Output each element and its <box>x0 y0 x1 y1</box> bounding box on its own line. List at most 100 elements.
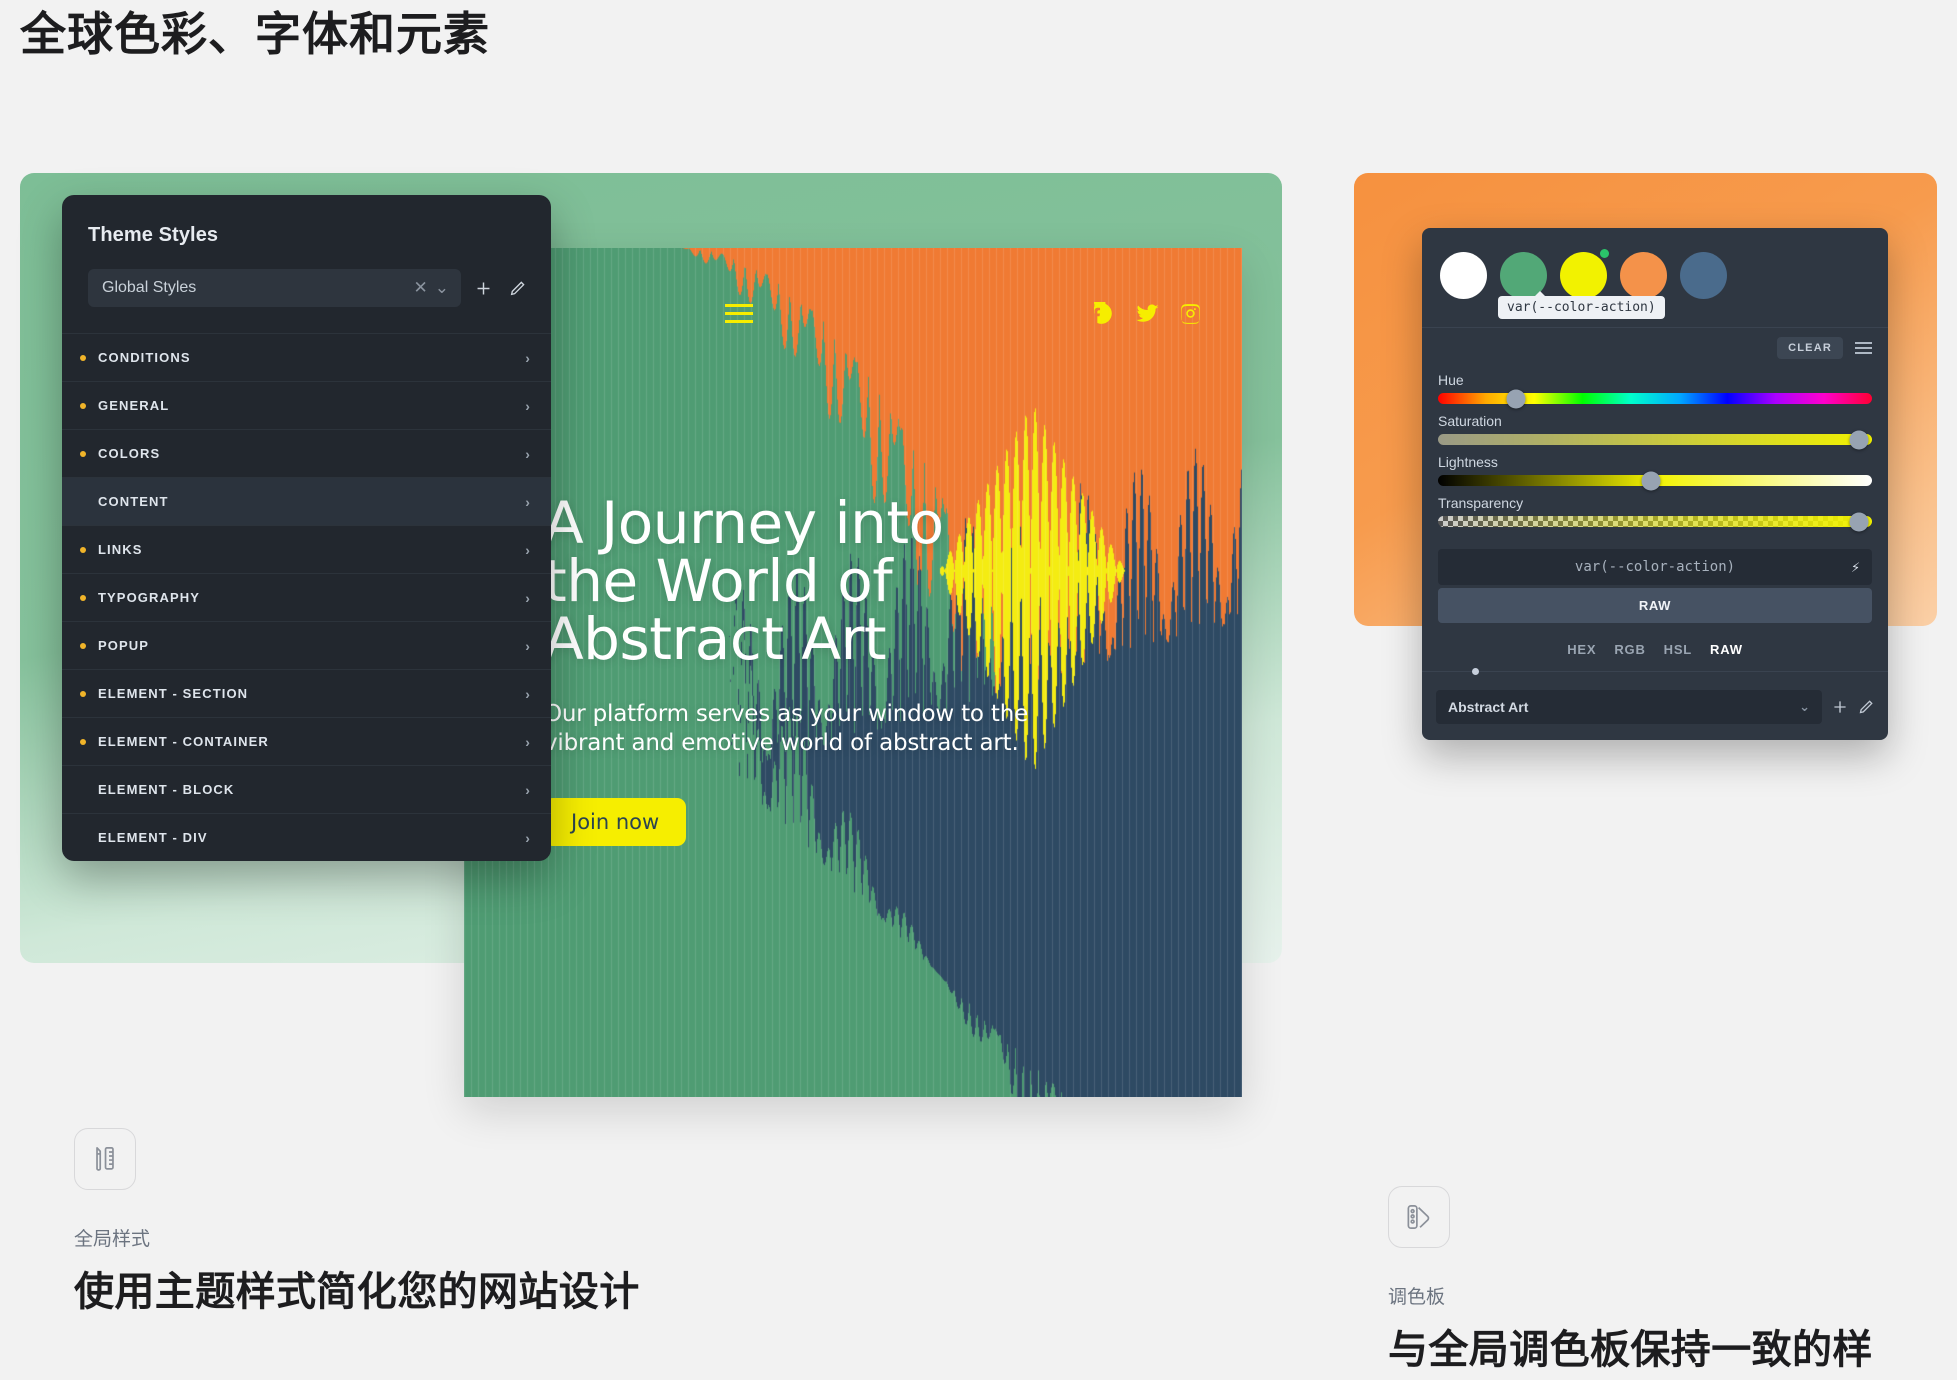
slider-saturation[interactable] <box>1438 430 1872 449</box>
orange-showcase-panel: var(--color-action) CLEAR Hue Saturation L… <box>1354 173 1937 740</box>
theme-row-typography[interactable]: TYPOGRAPHY › <box>62 573 551 621</box>
swatch-yellow[interactable] <box>1560 249 1609 299</box>
chevron-right-icon[interactable]: › <box>525 638 531 654</box>
format-tab-raw[interactable]: RAW <box>1710 642 1743 657</box>
status-dot <box>80 546 86 553</box>
slider-knob[interactable] <box>1849 512 1869 531</box>
status-dot <box>80 690 86 697</box>
slider-label-saturation: Saturation <box>1438 413 1502 429</box>
chevron-right-icon[interactable]: › <box>525 542 531 558</box>
slider-knob[interactable] <box>1506 389 1526 408</box>
feature-title: 使用主题样式简化您的网站设计 <box>74 1270 640 1314</box>
palette-name: Abstract Art <box>1448 699 1529 715</box>
slider-hue[interactable] <box>1438 389 1872 408</box>
color-value-text: var(--color-action) <box>1574 559 1736 575</box>
status-dot <box>80 402 86 409</box>
swatch-blue[interactable] <box>1680 252 1727 299</box>
join-now-button[interactable]: Join now <box>544 797 687 846</box>
pencil-icon[interactable] <box>1858 699 1874 715</box>
hero-social-links <box>1094 301 1202 325</box>
page-title: 全球色彩、字体和元素 <box>20 8 490 60</box>
feature-title: 与全局调色板保持一致的样式 <box>1388 1328 1873 1372</box>
slider-transparency[interactable] <box>1438 512 1872 531</box>
theme-row-element-section[interactable]: ELEMENT - SECTION › <box>62 669 551 717</box>
slider-label-transparency: Transparency <box>1438 495 1524 511</box>
theme-row-content[interactable]: CONTENT › <box>62 477 551 525</box>
format-tabs: HEX RGB HSL RAW <box>1422 623 1888 671</box>
slider-knob[interactable] <box>1641 471 1661 490</box>
value-input-wrap: var(--color-action) ⚡ RAW <box>1422 527 1888 623</box>
format-tab-hex[interactable]: HEX <box>1567 642 1596 657</box>
slider-label-hue: Hue <box>1438 372 1464 388</box>
pencil-ruler-icon <box>74 1128 136 1190</box>
feature-color-palette: 调色板 与全局调色板保持一致的样式 使用全局调色板增强您网站的风格和品牌一致性。… <box>1388 1186 1908 1380</box>
color-swatch-row <box>1422 244 1888 299</box>
theme-row-element-block[interactable]: ELEMENT - BLOCK › <box>62 765 551 813</box>
chevron-down-icon[interactable]: ⌄ <box>1799 699 1810 715</box>
plus-icon[interactable] <box>1832 699 1848 715</box>
theme-row-element-div[interactable]: ELEMENT - DIV › <box>62 813 551 861</box>
theme-row-label: GENERAL <box>98 398 170 413</box>
palette-footer: Abstract Art ⌄ <box>1422 672 1888 740</box>
status-dot <box>80 642 86 649</box>
raw-button[interactable]: RAW <box>1438 588 1872 623</box>
facebook-icon[interactable] <box>1094 301 1117 325</box>
color-value-input[interactable]: var(--color-action) ⚡ <box>1438 549 1872 585</box>
picker-toolbar: CLEAR <box>1422 328 1888 361</box>
chevron-right-icon[interactable]: › <box>525 398 531 414</box>
status-dot <box>80 738 86 745</box>
chevron-right-icon[interactable]: › <box>525 494 531 510</box>
hero-navbar <box>464 294 1242 332</box>
format-tab-hsl[interactable]: HSL <box>1664 642 1692 657</box>
plus-icon[interactable] <box>471 276 495 300</box>
theme-row-colors[interactable]: COLORS › <box>62 429 551 477</box>
theme-row-label: ELEMENT - DIV <box>98 830 208 845</box>
right-feature-card: var(--color-action) CLEAR Hue Saturation L… <box>1354 173 1937 1372</box>
status-dot <box>80 450 86 457</box>
slider-knob[interactable] <box>1849 430 1869 449</box>
theme-row-label: TYPOGRAPHY <box>98 590 201 605</box>
clear-button[interactable]: CLEAR <box>1777 337 1843 359</box>
global-styles-select[interactable]: Global Styles ✕ ⌄ <box>88 269 461 307</box>
list-icon[interactable] <box>1855 342 1872 354</box>
palette-select[interactable]: Abstract Art ⌄ <box>1436 690 1822 724</box>
chevron-right-icon[interactable]: › <box>525 350 531 366</box>
theme-row-popup[interactable]: POPUP › <box>62 621 551 669</box>
lightning-icon[interactable]: ⚡ <box>1851 558 1860 576</box>
theme-row-label: ELEMENT - CONTAINER <box>98 734 269 749</box>
selected-badge <box>1600 249 1609 258</box>
theme-row-label: ELEMENT - BLOCK <box>98 782 235 797</box>
swatch-tooltip: var(--color-action) <box>1498 291 1665 319</box>
slider-label-lightness: Lightness <box>1438 454 1498 470</box>
global-styles-row: Global Styles ✕ ⌄ <box>62 247 551 333</box>
format-tab-rgb[interactable]: RGB <box>1614 642 1645 657</box>
chevron-right-icon[interactable]: › <box>525 590 531 606</box>
theme-row-label: LINKS <box>98 542 143 557</box>
twitter-icon[interactable] <box>1136 302 1160 325</box>
close-icon[interactable]: ✕ <box>414 278 428 298</box>
color-palette-icon <box>1388 1186 1450 1248</box>
swatch-white[interactable] <box>1440 252 1487 299</box>
hamburger-icon[interactable] <box>725 303 753 323</box>
pencil-icon[interactable] <box>505 276 529 300</box>
theme-row-label: CONDITIONS <box>98 350 191 365</box>
chevron-right-icon[interactable]: › <box>525 830 531 846</box>
chevron-right-icon[interactable]: › <box>525 446 531 462</box>
theme-styles-panel: Theme Styles Global Styles ✕ ⌄ CONDITION… <box>62 195 551 861</box>
slider-lightness[interactable] <box>1438 471 1872 490</box>
theme-row-label: ELEMENT - SECTION <box>98 686 249 701</box>
hero-heading: A Journey into the World of Abstract Art <box>544 489 944 673</box>
chevron-right-icon[interactable]: › <box>525 782 531 798</box>
theme-row-conditions[interactable]: CONDITIONS › <box>62 333 551 381</box>
instagram-icon[interactable] <box>1179 302 1202 325</box>
theme-row-general[interactable]: GENERAL › <box>62 381 551 429</box>
swatch-orange[interactable] <box>1620 252 1667 299</box>
status-dot <box>80 354 86 361</box>
chevron-down-icon[interactable]: ⌄ <box>435 278 449 298</box>
chevron-right-icon[interactable]: › <box>525 734 531 750</box>
theme-row-element-container[interactable]: ELEMENT - CONTAINER › <box>62 717 551 765</box>
status-dot <box>80 594 86 601</box>
picker-seam <box>1422 668 1888 675</box>
chevron-right-icon[interactable]: › <box>525 686 531 702</box>
theme-row-links[interactable]: LINKS › <box>62 525 551 573</box>
